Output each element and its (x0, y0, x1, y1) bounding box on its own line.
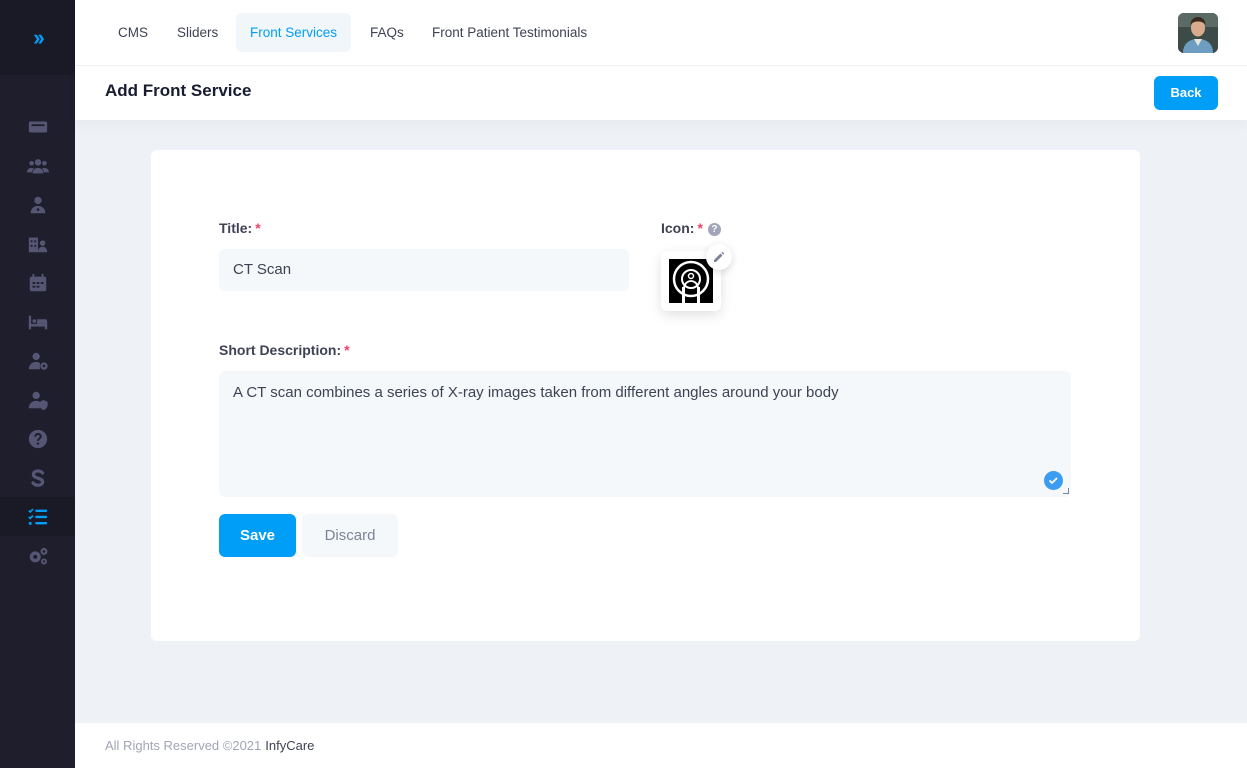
pencil-glyph (714, 251, 725, 262)
sidebar: ›› (0, 0, 75, 768)
pencil-icon[interactable] (706, 244, 732, 270)
description-label-text: Short Description: (219, 342, 342, 358)
double-chevron-right-icon[interactable]: ›› (33, 25, 45, 51)
sidebar-item-enquiries[interactable] (0, 419, 75, 458)
help-icon[interactable]: ? (707, 223, 721, 236)
page-title: Add Front Service (105, 81, 252, 100)
resize-handle[interactable] (1063, 488, 1069, 494)
sidebar-item-appointments[interactable] (0, 263, 75, 302)
sidebar-item-staff[interactable] (0, 341, 75, 380)
sidebar-item-cms[interactable] (0, 497, 75, 536)
sidebar-item-subscriptions[interactable] (0, 458, 75, 497)
discard-button[interactable]: Discard (302, 514, 398, 557)
required-mark: * (344, 342, 350, 358)
title-input[interactable]: CT Scan (219, 249, 629, 291)
page-header: Add Front Service Back (75, 66, 1247, 120)
icon-label-text: Icon: (661, 220, 695, 236)
sidebar-item-beds[interactable] (0, 302, 75, 341)
cms-list-icon (27, 508, 47, 525)
user-avatar[interactable] (1178, 13, 1218, 53)
sidebar-item-hospitals[interactable] (0, 224, 75, 263)
check-circle-icon (1044, 471, 1063, 490)
required-mark: * (255, 220, 261, 236)
calendar-icon (29, 273, 46, 291)
tab-front-services[interactable]: Front Services (236, 13, 352, 52)
users-icon (26, 158, 49, 173)
avatar-image (1178, 13, 1218, 53)
check-glyph (1048, 477, 1058, 485)
title-label-text: Title: (219, 220, 253, 236)
tab-cms[interactable]: CMS (104, 13, 162, 52)
footer: All Rights Reserved ©2021 InfyCare (75, 723, 1247, 768)
top-navbar: CMS Sliders Front Services FAQs Front Pa… (75, 0, 1247, 66)
question-icon (28, 429, 47, 448)
sidebar-header: ›› (0, 0, 75, 75)
footer-copyright: All Rights Reserved ©2021 InfyCare (105, 738, 314, 753)
tab-front-patient-testimonials[interactable]: Front Patient Testimonials (418, 13, 601, 52)
sidebar-item-users[interactable] (0, 146, 75, 185)
back-button[interactable]: Back (1154, 76, 1218, 110)
sidebar-item-settings[interactable] (0, 536, 75, 575)
sidebar-item-dashboard[interactable] (0, 107, 75, 146)
sidebar-item-doctors[interactable] (0, 185, 75, 224)
bed-icon (28, 315, 47, 329)
required-mark: * (697, 220, 703, 236)
settings-gears-icon (29, 547, 47, 565)
user-settings-icon (28, 352, 48, 370)
dashboard-icon (28, 121, 47, 132)
description-label: Short Description: * (219, 342, 350, 358)
sidebar-item-roles[interactable] (0, 380, 75, 419)
user-shield-icon (28, 391, 48, 410)
short-description-textarea[interactable]: A CT scan combines a series of X-ray ima… (219, 371, 1071, 497)
title-label: Title: * (219, 220, 261, 236)
footer-brand-link[interactable]: InfyCare (265, 738, 314, 753)
icon-label: Icon: *? (661, 220, 721, 236)
doctor-icon (30, 196, 45, 213)
form-card: Title: * CT Scan Icon: *? Short Descriptio… (151, 150, 1140, 641)
save-button[interactable]: Save (219, 514, 296, 557)
tab-faqs[interactable]: FAQs (356, 13, 418, 52)
hospital-icon (28, 237, 47, 252)
tab-sliders[interactable]: Sliders (163, 13, 232, 52)
copyright-text: All Rights Reserved ©2021 (105, 738, 262, 753)
subscription-s-icon (30, 468, 44, 487)
